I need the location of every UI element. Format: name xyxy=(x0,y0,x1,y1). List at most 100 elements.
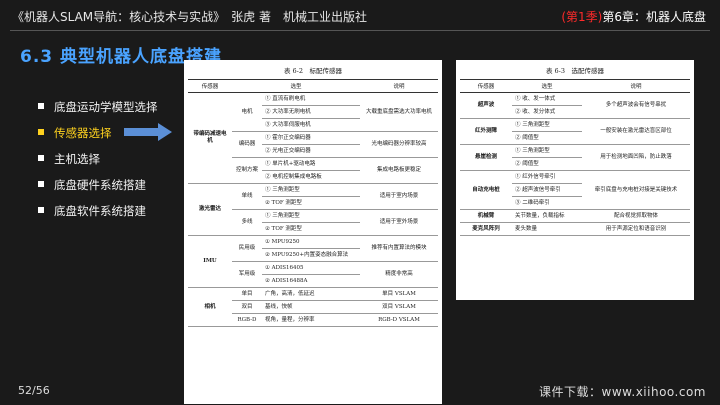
sensor-option: ① MPU9250 xyxy=(262,235,360,249)
column-header: 选型 xyxy=(232,79,360,93)
table-row: 自动充电桩 ① 红外信号牵引 牵引底盘与充电桩对接是关键技术 xyxy=(460,170,690,210)
sensor-option: 广角，高清，低延迟 xyxy=(262,287,360,301)
sensor-option: ② ADIS16488A xyxy=(262,274,360,288)
sensor-note: 一般安装在激光雷达盲区部位 xyxy=(582,118,690,145)
sensor-subtype: 双目 xyxy=(232,300,262,314)
sensor-subtype: 多线 xyxy=(232,209,262,236)
sensor-option: ② TOF 测距型 xyxy=(262,222,360,236)
sensor-option: ③ 大功率伺服电机 xyxy=(262,118,360,132)
column-header: 传感器 xyxy=(188,79,232,93)
bullet-icon xyxy=(38,129,44,135)
table-row: 红外测障 ① 三角测距型 一般安装在激光雷达盲区部位 xyxy=(460,118,690,145)
header-bar: 《机器人SLAM导航：核心技术与实战》 张虎 著 机械工业出版社 (第1季)第6… xyxy=(0,0,720,32)
sensor-subtype: 单线 xyxy=(232,183,262,210)
sensor-option: ② 大功率无刷电机 xyxy=(262,105,360,119)
menu-item-label: 传感器选择 xyxy=(54,126,112,140)
sensor-note: RGB-D VSLAM xyxy=(360,313,438,327)
sensor-option: ② MPU9250+内置姿态融合算法 xyxy=(262,248,360,262)
sensor-note: 牵引底盘与充电桩对接是关键技术 xyxy=(582,170,690,210)
sensor-note: 双目 VSLAM xyxy=(360,300,438,314)
sensor-option: ① 三角测距型 xyxy=(512,144,582,158)
sensor-option: ① 三角测距型 xyxy=(262,209,360,223)
menu-item-label: 底盘硬件系统搭建 xyxy=(54,178,146,192)
menu-item[interactable]: 底盘软件系统搭建 xyxy=(38,204,158,230)
sensor-option: ① 霍尔正交编码器 xyxy=(262,131,360,145)
sensor-option: 视角，量程，分辨率 xyxy=(262,313,360,327)
sensor-note: 用于声源定位和语音识别 xyxy=(582,222,690,236)
sensor-option: ① 收、发一体式 xyxy=(512,92,582,106)
menu-item-label: 底盘软件系统搭建 xyxy=(54,204,146,218)
sensor-option: ① ADIS16405 xyxy=(262,261,360,275)
section-menu: 底盘运动学模型选择 传感器选择主机选择底盘硬件系统搭建 底盘软件系统搭建 xyxy=(38,100,158,230)
sensor-name: 超声波 xyxy=(460,92,512,119)
sensor-option: ① 直流有刷电机 xyxy=(262,92,360,106)
arrow-right-icon xyxy=(124,123,172,141)
sensor-option: ① 三角测距型 xyxy=(262,183,360,197)
page-number: 52/56 xyxy=(18,384,50,397)
bullet-icon xyxy=(38,181,44,187)
bullet-icon xyxy=(38,207,44,213)
bullet-icon xyxy=(38,155,44,161)
sensor-option: ③ 二维码牵引 xyxy=(512,196,582,210)
sensor-name: 相机 xyxy=(188,287,232,327)
table-row: 激光雷达 单线 ① 三角测距型 适用于室内场景 xyxy=(188,183,438,236)
sensor-note: 多个超声波会有信号串扰 xyxy=(582,92,690,119)
table-optional-sensors: 表 6-3 选配传感器 传感器 选型 说明 超声波 ① 收、发一体式 多个超声波会有… xyxy=(456,60,694,300)
sensor-subtype: RGB-D xyxy=(232,313,262,327)
season-label: (第1季) xyxy=(561,10,603,24)
sensor-note: 适用于室外场景 xyxy=(360,209,438,236)
sensor-option: ② 阈值型 xyxy=(512,131,582,145)
menu-item-label: 主机选择 xyxy=(54,152,100,166)
sensor-name: IMU xyxy=(188,235,232,288)
menu-item[interactable]: 底盘硬件系统搭建 xyxy=(38,178,158,204)
chapter-name: 第6章：机器人底盘 xyxy=(602,10,706,24)
sensor-option: ② 电机控制集成电路板 xyxy=(262,170,360,184)
sensor-subtype: 编码器 xyxy=(232,131,262,158)
table-row: IMU 民用级 ① MPU9250 推荐有内置算法的模块 xyxy=(188,235,438,288)
sensor-option: ② 光电正交编码器 xyxy=(262,144,360,158)
table-row: 机械臂 关节数量，负载指标 配合视觉抓取物体 xyxy=(460,209,690,223)
sensor-option: ② TOF 测距型 xyxy=(262,196,360,210)
sensor-subtype: 军用级 xyxy=(232,261,262,288)
sensor-option: ② 收、发分体式 xyxy=(512,105,582,119)
table-row: 悬崖检测 ① 三角测距型 用于检测地面凹陷，防止跌落 xyxy=(460,144,690,171)
column-header: 说明 xyxy=(360,79,438,93)
sensor-name: 带编码减速电机 xyxy=(188,92,232,184)
sensor-option: ② 超声波信号牵引 xyxy=(512,183,582,197)
sensor-option: ① 红外信号牵引 xyxy=(512,170,582,184)
sensor-subtype: 单目 xyxy=(232,287,262,301)
sensor-option: ① 单片机+驱动电路 xyxy=(262,157,360,171)
table-row: 相机 单目 广角，高清，低延迟 单目 VSLAM xyxy=(188,287,438,327)
sensor-name: 机械臂 xyxy=(460,209,512,223)
sensor-name: 悬崖检测 xyxy=(460,144,512,171)
table-standard-sensors: 表 6-2 标配传感器 传感器 选型 说明 带编码减速电机 电机 ① 直流有刷电机大… xyxy=(184,60,442,404)
sensor-subtype: 控制方案 xyxy=(232,157,262,184)
sensor-note: 用于检测地面凹陷，防止跌落 xyxy=(582,144,690,171)
table-row: 麦克风阵列 麦头数量 用于声源定位和语音识别 xyxy=(460,222,690,236)
sensor-note: 单目 VSLAM xyxy=(360,287,438,301)
menu-item-label: 底盘运动学模型选择 xyxy=(54,100,158,114)
menu-item[interactable]: 主机选择 xyxy=(38,152,158,178)
sensor-note: 适用于室内场景 xyxy=(360,183,438,210)
column-header: 传感器 xyxy=(460,79,512,93)
download-link[interactable]: 课件下载：www.xiihoo.com xyxy=(539,383,706,400)
sensor-note: 大载重底盘需选大功率电机 xyxy=(360,92,438,132)
table-caption: 表 6-3 选配传感器 xyxy=(545,67,605,75)
table-row: 带编码减速电机 电机 ① 直流有刷电机 大载重底盘需选大功率电机 xyxy=(188,92,438,184)
sensor-name: 麦克风阵列 xyxy=(460,222,512,236)
sensor-note: 集成电路板更稳定 xyxy=(360,157,438,184)
sensor-option: ② 阈值型 xyxy=(512,157,582,171)
sensor-name: 激光雷达 xyxy=(188,183,232,236)
sensor-option: 麦头数量 xyxy=(512,222,582,236)
sensor-subtype: 电机 xyxy=(232,92,262,132)
table-row: 超声波 ① 收、发一体式 多个超声波会有信号串扰 xyxy=(460,92,690,119)
chapter-label: (第1季)第6章：机器人底盘 xyxy=(561,8,706,25)
sensor-name: 自动充电桩 xyxy=(460,170,512,210)
sensor-name: 红外测障 xyxy=(460,118,512,145)
sensor-option: ① 三角测距型 xyxy=(512,118,582,132)
sensor-note: 精度非常高 xyxy=(360,261,438,288)
book-title: 《机器人SLAM导航：核心技术与实战》 张虎 著 机械工业出版社 xyxy=(12,10,367,24)
sensor-note: 配合视觉抓取物体 xyxy=(582,209,690,223)
header-divider xyxy=(10,30,710,31)
table-caption: 表 6-2 标配传感器 xyxy=(283,67,343,75)
